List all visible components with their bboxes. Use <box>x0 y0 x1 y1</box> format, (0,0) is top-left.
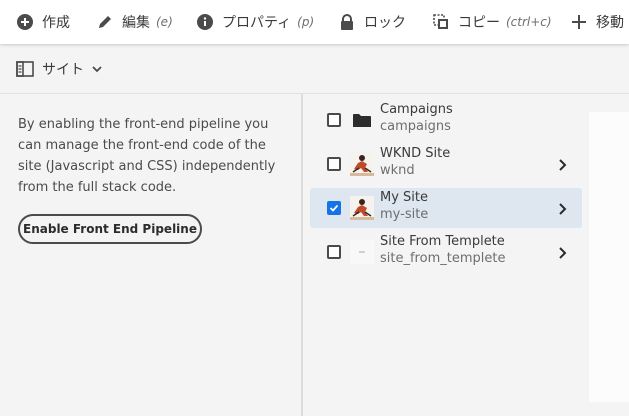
chevron-down-icon <box>92 65 102 73</box>
lock-button[interactable]: ロック <box>338 0 406 44</box>
move-button[interactable]: 移動 <box>570 0 624 44</box>
properties-label: プロパティ <box>222 15 292 31</box>
column-item-site-from-templete[interactable]: Site From Templete site_from_templete <box>310 232 582 272</box>
left-rail: By enabling the front-end pipeline you c… <box>0 94 303 416</box>
page-thumbnail-icon <box>350 240 374 264</box>
column-item-my-site[interactable]: My Site my-site <box>310 188 582 228</box>
item-title: WKND Site <box>380 146 451 161</box>
item-checkbox[interactable] <box>327 113 341 127</box>
rail-switcher-label: サイト <box>42 62 84 78</box>
item-checkbox-checked[interactable] <box>327 201 341 215</box>
rail-panel-icon <box>16 61 34 77</box>
item-name: wknd <box>380 163 415 178</box>
copy-shortcut: (ctrl+c) <box>506 15 552 29</box>
item-title: Site From Templete <box>380 234 505 249</box>
site-thumbnail-icon <box>350 196 374 220</box>
plus-move-icon <box>570 13 588 31</box>
pipeline-description: By enabling the front-end pipeline you c… <box>18 117 276 195</box>
copy-button[interactable]: コピー (ctrl+c) <box>432 0 552 44</box>
item-checkbox[interactable] <box>327 157 341 171</box>
lock-icon <box>338 13 356 31</box>
item-title: My Site <box>380 190 429 205</box>
enable-front-end-pipeline-button[interactable]: Enable Front End Pipeline <box>18 214 202 244</box>
chevron-right-icon[interactable] <box>557 157 569 171</box>
create-button[interactable]: 作成 <box>16 0 70 44</box>
move-label: 移動 <box>596 15 624 31</box>
chevron-right-icon[interactable] <box>557 245 569 259</box>
copy-icon <box>432 13 450 31</box>
content-header: サイト <box>0 44 629 94</box>
item-checkbox[interactable] <box>327 245 341 259</box>
copy-label: コピー <box>458 15 500 31</box>
create-label: 作成 <box>42 15 70 31</box>
action-bar: 作成 編集 (e) プロパティ (p) ロック コピー (ctrl+c) 移動 <box>0 0 629 44</box>
item-title: Campaigns <box>380 102 453 117</box>
properties-shortcut: (p) <box>297 15 315 29</box>
properties-button[interactable]: プロパティ (p) <box>196 0 314 44</box>
preview-panel <box>589 112 629 402</box>
item-name: my-site <box>380 207 429 222</box>
rail-switcher[interactable]: サイト <box>16 59 102 79</box>
column-item-campaigns[interactable]: Campaigns campaigns <box>310 100 582 140</box>
chevron-right-icon[interactable] <box>557 201 569 215</box>
column-item-wknd[interactable]: WKND Site wknd <box>310 144 582 184</box>
item-name: campaigns <box>380 119 451 134</box>
edit-label: 編集 <box>122 15 150 31</box>
item-name: site_from_templete <box>380 251 506 266</box>
plus-circle-icon <box>16 13 34 31</box>
edit-button[interactable]: 編集 (e) <box>96 0 173 44</box>
column-view: Campaigns campaigns WKND Site wknd My Si… <box>303 94 589 416</box>
pencil-icon <box>96 13 114 31</box>
edit-shortcut: (e) <box>156 15 173 29</box>
folder-icon <box>350 108 374 132</box>
info-icon <box>196 13 214 31</box>
lock-label: ロック <box>364 15 406 31</box>
site-thumbnail-icon <box>350 152 374 176</box>
